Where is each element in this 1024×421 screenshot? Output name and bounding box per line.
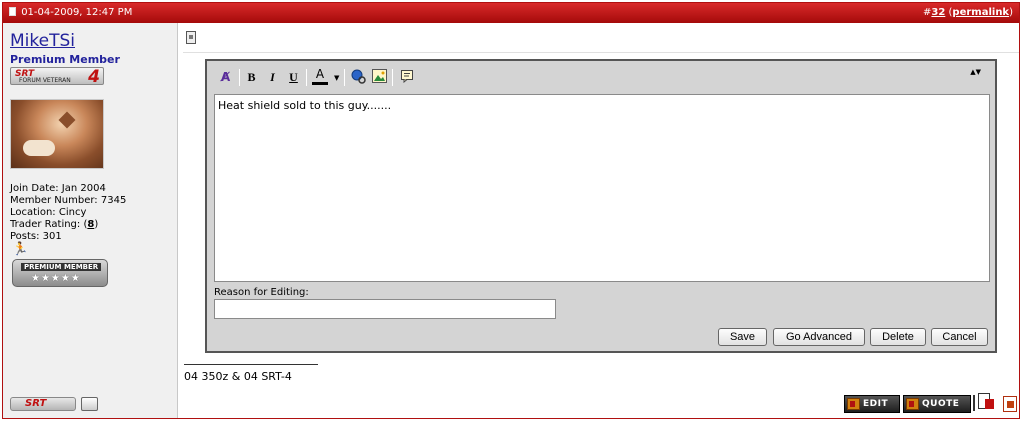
go-advanced-button[interactable]: Go Advanced: [773, 328, 865, 346]
signature-divider: [184, 364, 318, 365]
premium-badge-text: PREMIUM MEMBER: [21, 263, 102, 271]
user-info-panel: MikeTSi Premium Member SRT FORUM VETERAN…: [3, 23, 178, 418]
edit-icon: [847, 398, 860, 410]
quote-icon: [906, 398, 919, 410]
username-link[interactable]: MikeTSi: [10, 31, 75, 51]
editor-toolbar: A̸ B I U A ▼ ▲▼: [207, 61, 995, 94]
srt-logo-text: SRT: [25, 398, 47, 409]
quick-edit-editor: A̸ B I U A ▼ ▲▼ Heat shield sold to this…: [205, 59, 997, 353]
post-icon: [186, 31, 196, 44]
edit-button[interactable]: EDIT: [844, 395, 900, 413]
user-stats: Join Date: Jan 2004 Member Number: 7345 …: [10, 183, 126, 243]
post-doc-icon: [9, 7, 16, 16]
report-mark: [985, 399, 994, 409]
permalink-link[interactable]: permalink: [952, 7, 1009, 18]
premium-stars: ★★★★★: [31, 273, 81, 284]
expand-editor-icon[interactable]: ▲▼: [970, 69, 981, 76]
address-book-icon[interactable]: [81, 397, 98, 411]
forum-veteran-badge: SRT FORUM VETERAN 4: [10, 67, 104, 87]
avatar[interactable]: [10, 99, 104, 169]
avatar-cat-ear: [58, 111, 76, 129]
insert-image-button[interactable]: [371, 69, 388, 85]
toolbar-separator: [392, 69, 393, 86]
wrap-quote-button[interactable]: [398, 69, 415, 85]
underline-button[interactable]: U: [285, 69, 302, 85]
trader-rating-label: Trader Rating: (: [10, 219, 88, 230]
italic-button[interactable]: I: [264, 69, 281, 85]
link-globe-icon: [351, 69, 366, 84]
toolbar-separator: [306, 69, 307, 86]
toolbar-separator: [344, 69, 345, 86]
toolbar-separator: [239, 69, 240, 86]
content-divider: [183, 52, 1019, 53]
cancel-button[interactable]: Cancel: [931, 328, 988, 346]
online-status-icon: 🏃: [12, 242, 29, 257]
badge-veteran-text: FORUM VETERAN: [19, 77, 71, 84]
trader-rating-close: ): [94, 219, 99, 230]
font-color-icon: A: [315, 67, 325, 81]
reason-input[interactable]: [214, 299, 556, 319]
post-content: A̸ B I U A ▼ ▲▼ Heat shield sold to this…: [179, 23, 1019, 418]
quote-button[interactable]: QUOTE: [903, 395, 971, 413]
quote-icon: [400, 70, 413, 84]
signature: 04 350z & 04 SRT-4: [184, 370, 292, 383]
post-header: 01-04-2009, 12:47 PM #32 (permalink): [3, 3, 1019, 23]
delete-button[interactable]: Delete: [870, 328, 926, 346]
insert-link-button[interactable]: [350, 69, 367, 85]
font-color-swatch: [312, 82, 328, 85]
user-title: Premium Member: [10, 53, 120, 66]
srt-logo: SRT: [10, 397, 76, 411]
message-textarea[interactable]: Heat shield sold to this guy.......: [214, 94, 990, 282]
edit-label: EDIT: [863, 399, 889, 409]
post-datetime: 01-04-2009, 12:47 PM: [9, 3, 132, 23]
post-datetime-text: 01-04-2009, 12:47 PM: [21, 7, 133, 18]
post-number-link[interactable]: 32: [931, 7, 945, 18]
bold-button[interactable]: B: [243, 69, 260, 85]
report-bar: [973, 395, 975, 411]
avatar-cat-paw: [23, 140, 55, 156]
font-color-button[interactable]: A ▼: [310, 67, 339, 87]
report-post-icon[interactable]: [973, 393, 996, 413]
premium-member-badge: PREMIUM MEMBER ★★★★★: [12, 259, 108, 287]
member-number: Member Number: 7345: [10, 195, 127, 206]
font-color-dropdown-icon[interactable]: ▼: [334, 74, 339, 82]
post-number-area: #32 (permalink): [923, 7, 1013, 18]
badge-veteran-number: 4: [88, 67, 100, 87]
forum-post: 01-04-2009, 12:47 PM #32 (permalink) Mik…: [2, 2, 1020, 419]
remove-format-button[interactable]: A̸: [217, 69, 234, 85]
image-icon: [372, 69, 387, 83]
join-date: Join Date: Jan 2004: [10, 183, 106, 194]
quote-label: QUOTE: [922, 399, 960, 409]
trader-rating: Trader Rating: (8): [10, 219, 126, 231]
location: Location: Cincy: [10, 207, 87, 218]
save-button[interactable]: Save: [718, 328, 767, 346]
view-ip-icon[interactable]: [1003, 396, 1017, 412]
reason-label: Reason for Editing:: [214, 287, 309, 298]
